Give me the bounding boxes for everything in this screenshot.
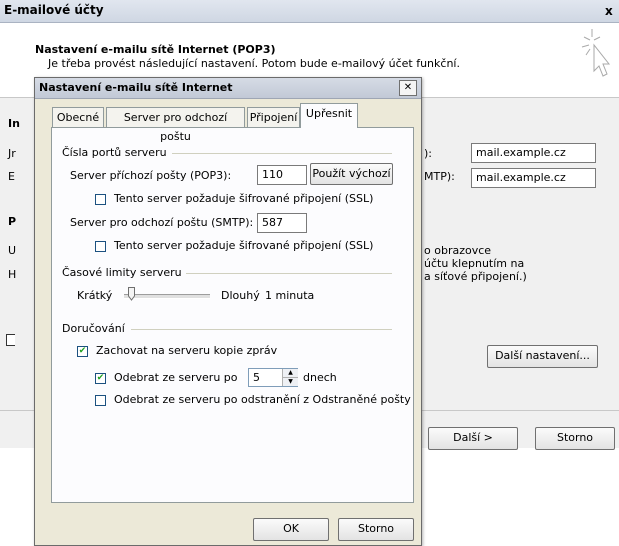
settings-dialog: Nastavení e-mailu sítě Internet ✕ Obecné… xyxy=(34,77,422,546)
timeout-value: 1 minuta xyxy=(265,289,315,302)
keep-copy-checkbox[interactable]: ✔ xyxy=(77,346,88,357)
dialog-title: Nastavení e-mailu sítě Internet xyxy=(39,81,233,94)
tab-advanced[interactable]: Upřesnit xyxy=(300,103,358,128)
outer-checkbox-frag xyxy=(6,334,15,346)
spin-down-icon[interactable]: ▼ xyxy=(282,378,298,386)
timeout-long-label: Dlouhý xyxy=(221,289,260,302)
tab-general[interactable]: Obecné xyxy=(52,107,104,127)
next-button[interactable]: Další > xyxy=(428,427,518,450)
timeout-short-label: Krátký xyxy=(77,289,113,302)
outer-window-title: E-mailové účty xyxy=(4,3,104,17)
smtp-port-input[interactable]: 587 xyxy=(257,213,307,233)
outer-label-frag: U xyxy=(8,244,17,257)
outer-close-button[interactable]: x xyxy=(605,4,613,18)
timeout-group-divider xyxy=(186,273,392,274)
outer-description: o obrazovce xyxy=(424,244,492,257)
dialog-close-button[interactable]: ✕ xyxy=(399,80,417,96)
outer-description: a síťové připojení.) xyxy=(424,270,527,283)
pop3-port-label: Server příchozí pošty (POP3): xyxy=(70,169,232,182)
outer-section-frag: In xyxy=(8,117,20,130)
ssl-outgoing-label: Tento server požaduje šifrované připojen… xyxy=(114,239,374,252)
ok-button[interactable]: OK xyxy=(253,518,329,541)
dialog-cancel-button[interactable]: Storno xyxy=(338,518,414,541)
ports-group-divider xyxy=(172,153,392,154)
outer-heading: Nastavení e-mailu sítě Internet (POP3) xyxy=(35,43,276,56)
tab-connection[interactable]: Připojení xyxy=(247,107,300,127)
tab-outgoing-server[interactable]: Server pro odchozí poštu xyxy=(106,107,245,143)
timeout-slider-thumb[interactable] xyxy=(127,287,135,301)
more-settings-button[interactable]: Další nastavení... xyxy=(487,345,598,368)
outer-cancel-button[interactable]: Storno xyxy=(535,427,615,450)
outer-section-frag: P xyxy=(8,215,17,228)
ssl-outgoing-checkbox[interactable] xyxy=(95,241,106,252)
outer-smtp-label: MTP): xyxy=(424,170,455,183)
delivery-group-label: Doručování xyxy=(62,322,125,335)
days-unit-label: dnech xyxy=(303,371,337,384)
remove-deleted-checkbox[interactable] xyxy=(95,395,106,406)
use-default-button[interactable]: Použít výchozí xyxy=(310,163,393,185)
timeout-group-label: Časové limity serveru xyxy=(62,266,182,279)
smtp-port-label: Server pro odchozí poštu (SMTP): xyxy=(70,216,254,229)
ports-group-label: Čísla portů serveru xyxy=(62,146,167,159)
delivery-group-divider xyxy=(131,329,392,330)
incoming-server-input[interactable]: mail.example.cz xyxy=(471,143,596,163)
outer-subheading: Je třeba provést následující nastavení. … xyxy=(48,57,460,70)
outer-label-frag: E xyxy=(8,170,15,183)
wizard-cursor-icon xyxy=(581,29,611,77)
remove-after-label: Odebrat ze serveru po xyxy=(114,371,238,384)
outer-label-frag: Jr xyxy=(8,147,16,160)
remove-after-checkbox[interactable]: ✔ xyxy=(95,373,106,384)
keep-copy-label: Zachovat na serveru kopie zpráv xyxy=(96,344,278,357)
outer-label-frag: H xyxy=(8,268,17,281)
outgoing-server-input[interactable]: mail.example.cz xyxy=(471,168,596,188)
ssl-incoming-label: Tento server požaduje šifrované připojen… xyxy=(114,192,374,205)
pop3-port-input[interactable]: 110 xyxy=(257,165,307,185)
timeout-slider-track[interactable] xyxy=(124,294,210,299)
ssl-incoming-checkbox[interactable] xyxy=(95,194,106,205)
remove-after-days-value: 5 xyxy=(253,371,260,384)
remove-after-days-stepper[interactable]: 5 ▲ ▼ xyxy=(248,368,298,387)
spin-up-icon[interactable]: ▲ xyxy=(282,369,298,378)
outer-incoming-label: ): xyxy=(424,147,432,160)
remove-deleted-label: Odebrat ze serveru po odstranění z Odstr… xyxy=(114,393,411,406)
outer-description: účtu klepnutím na xyxy=(424,257,525,270)
